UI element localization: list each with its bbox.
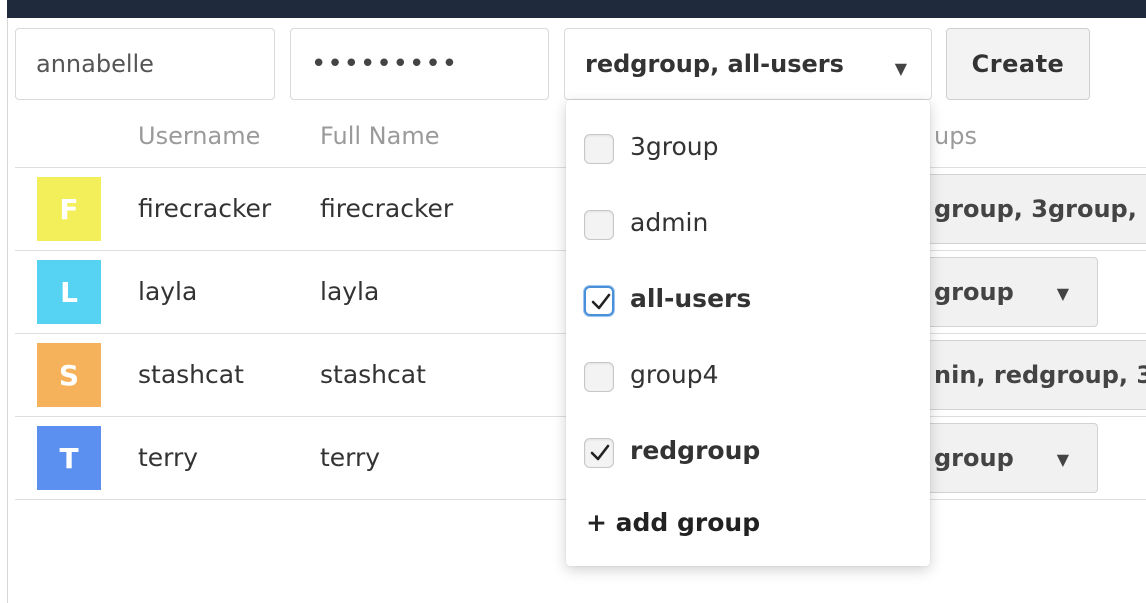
- group-option-all-users[interactable]: all-users: [566, 262, 930, 322]
- groups-select-value: redgroup, all-users: [585, 50, 844, 78]
- groups-dropdown-menu: 3group admin all-users group4 redgroup +…: [566, 100, 930, 566]
- group-option-3group[interactable]: 3group: [566, 110, 930, 170]
- avatar: F: [37, 177, 101, 241]
- fullname-cell: terry: [320, 443, 381, 472]
- checkmark-icon: [591, 293, 611, 310]
- add-group-button[interactable]: + add group: [586, 508, 760, 537]
- group-option-label: group4: [630, 360, 719, 389]
- group-option-label: all-users: [630, 284, 752, 313]
- row-groups-value: group: [934, 278, 1014, 306]
- groups-select[interactable]: redgroup, all-users ▼: [564, 28, 932, 100]
- checkbox[interactable]: [584, 286, 614, 316]
- left-border: [7, 18, 8, 603]
- group-option-admin[interactable]: admin: [566, 186, 930, 246]
- username-cell: terry: [138, 443, 199, 472]
- group-option-label: 3group: [630, 132, 719, 161]
- checkbox[interactable]: [584, 210, 614, 240]
- username-cell: stashcat: [138, 360, 244, 389]
- checkbox[interactable]: [584, 134, 614, 164]
- top-navigation-bar: [7, 0, 1146, 18]
- checkmark-icon: [590, 444, 610, 461]
- row-groups-select[interactable]: group, 3group, a: [895, 174, 1146, 244]
- avatar: T: [37, 426, 101, 490]
- group-option-redgroup[interactable]: redgroup: [566, 414, 930, 474]
- triangle-down-icon: ▼: [894, 59, 907, 78]
- row-groups-value: nin, redgroup, 3g: [934, 361, 1146, 389]
- group-option-group4[interactable]: group4: [566, 338, 930, 398]
- group-option-label: redgroup: [630, 436, 761, 465]
- username-cell: firecracker: [138, 194, 272, 223]
- group-option-label: admin: [630, 208, 709, 237]
- row-groups-value: group, 3group, a: [934, 195, 1146, 223]
- create-button[interactable]: Create: [946, 28, 1090, 100]
- checkbox[interactable]: [584, 438, 614, 468]
- avatar: L: [37, 260, 101, 324]
- fullname-cell: firecracker: [320, 194, 454, 223]
- column-header-fullname: Full Name: [320, 122, 440, 150]
- username-cell: layla: [138, 277, 198, 306]
- avatar: S: [37, 343, 101, 407]
- triangle-down-icon: ▼: [1056, 284, 1069, 303]
- triangle-down-icon: ▼: [1056, 450, 1069, 469]
- column-header-groups: ups: [934, 122, 977, 150]
- username-input[interactable]: [15, 28, 275, 100]
- row-groups-value: group: [934, 444, 1014, 472]
- fullname-cell: stashcat: [320, 360, 426, 389]
- password-input[interactable]: [290, 28, 549, 100]
- row-groups-select[interactable]: nin, redgroup, 3g: [895, 340, 1146, 410]
- column-header-username: Username: [138, 122, 261, 150]
- checkbox[interactable]: [584, 362, 614, 392]
- fullname-cell: layla: [320, 277, 380, 306]
